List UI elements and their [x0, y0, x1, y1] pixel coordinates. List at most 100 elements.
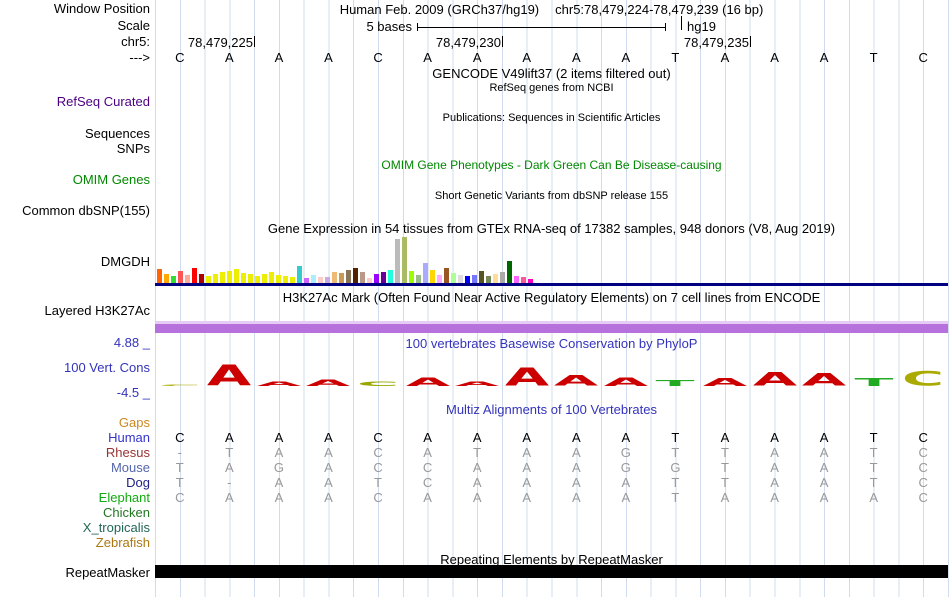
sidebar-label-100-vert-cons[interactable]: 100 Vert. Cons	[64, 361, 150, 374]
conservation-letter: A	[703, 376, 748, 388]
gtex-bar-pituitary[interactable]	[451, 273, 456, 283]
gtex-bar-heart-left-ventricle[interactable]	[381, 272, 386, 283]
gtex-bar-small-intestine-terminal-ileum[interactable]	[479, 271, 484, 283]
h3k27ac-track-title: H3K27Ac Mark (Often Found Near Active Re…	[282, 290, 821, 305]
alignment-base: A	[522, 445, 532, 460]
conservation-letter: A	[604, 375, 648, 389]
alignment-base: A	[571, 475, 581, 490]
gtex-bar-kidney-cortex[interactable]	[388, 270, 393, 283]
h3k27ac-signal-band[interactable]	[155, 324, 948, 333]
gtex-bar-brain-anterior-cingulate-cortex[interactable]	[213, 274, 218, 283]
gtex-bar-minor-salivary-gland[interactable]	[416, 275, 421, 283]
gtex-bar-brain-caudate[interactable]	[220, 272, 225, 283]
gtex-bar-lung[interactable]	[409, 271, 414, 283]
sidebar-label-human[interactable]: Human	[108, 431, 150, 444]
alignment-base: T	[869, 475, 878, 490]
sidebar-label-dog[interactable]: Dog	[126, 476, 150, 489]
gtex-bar-skin-sun-exposed[interactable]	[472, 275, 477, 283]
gtex-bar-brain-cerebellum[interactable]	[234, 269, 239, 283]
sidebar-label-dmgdh[interactable]: DMGDH	[101, 255, 150, 268]
gtex-bar-breast-mammary-tissue[interactable]	[297, 266, 302, 283]
sidebar-label-mouse[interactable]: Mouse	[111, 461, 150, 474]
sidebar-label-gaps: Gaps	[118, 415, 150, 430]
repeatmasker-bar[interactable]	[155, 565, 948, 578]
gtex-bar-brain-cerebellar-hemisphere[interactable]	[227, 271, 232, 283]
gtex-bar-artery-tibial[interactable]	[192, 268, 197, 283]
sequence-base: T	[869, 50, 878, 65]
conservation-letter: C	[902, 368, 944, 391]
sidebar-label-zebrafish[interactable]: Zebrafish	[96, 536, 150, 549]
gtex-bar-adipose-subcutaneous[interactable]	[157, 269, 162, 283]
sidebar-label-layered-h3k27ac[interactable]: Layered H3K27Ac	[44, 304, 150, 317]
gtex-bar-stomach[interactable]	[493, 274, 498, 283]
alignment-base: G	[620, 460, 631, 475]
gtex-bar-brain-cortex[interactable]	[241, 273, 246, 283]
alignment-base: A	[225, 460, 234, 475]
svg-text:A: A	[554, 372, 599, 389]
gtex-baseline	[155, 283, 948, 286]
alignment-base: A	[770, 460, 779, 475]
gtex-bar-heart-atrial-appendage[interactable]	[374, 274, 379, 283]
position-title: chr5:78,479,224-78,479,239 (16 bp)	[555, 2, 764, 17]
gtex-bar-skin-not-sun-exposed[interactable]	[465, 276, 470, 283]
gtex-bar-brain-amygdala[interactable]	[206, 276, 211, 283]
gtex-bar-brain-spinal-cord[interactable]	[283, 276, 288, 283]
sidebar-label-refseq-curated[interactable]: RefSeq Curated	[57, 95, 150, 108]
alignment-base: A	[324, 490, 333, 505]
conservation-letter: A	[554, 372, 599, 389]
gtex-bar-brain-hypothalamus[interactable]	[262, 274, 267, 283]
gtex-bar-esophagus-gastroesophageal-junction[interactable]	[346, 270, 351, 283]
gtex-bar-artery-aorta[interactable]	[178, 271, 183, 283]
svg-text:A: A	[752, 369, 796, 390]
gtex-bar-artery-coronary[interactable]	[185, 275, 190, 283]
sidebar-label-omim-genes[interactable]: OMIM Genes	[73, 173, 150, 186]
gtex-bar-uterus[interactable]	[514, 276, 519, 283]
gtex-bar-muscle-skeletal[interactable]	[423, 263, 428, 283]
svg-text:A: A	[207, 359, 251, 393]
sidebar-label-sequences[interactable]: Sequences	[85, 127, 150, 140]
gtex-bar-brain-frontal-cortex[interactable]	[248, 274, 253, 283]
gtex-bar-prostate[interactable]	[458, 275, 463, 283]
conservation-letter-cell: T	[653, 379, 697, 388]
gtex-bar-liver[interactable]	[402, 237, 407, 283]
gtex-bar-esophagus-mucosa[interactable]	[353, 268, 358, 283]
sidebar-label-window-position: Window Position	[53, 1, 150, 16]
gtex-bar-cells-cultured-fibroblasts[interactable]	[311, 275, 316, 283]
gtex-bar-adipose-visceral[interactable]	[164, 274, 169, 283]
gtex-bar-thyroid[interactable]	[507, 261, 512, 283]
alignment-base: A	[472, 430, 482, 445]
gtex-bar-spleen[interactable]	[486, 276, 491, 283]
gtex-bar-colon-sigmoid[interactable]	[332, 272, 337, 283]
sidebar-label-snps[interactable]: SNPs	[117, 142, 150, 155]
sidebar-label-x-tropicalis[interactable]: X_tropicalis	[83, 521, 150, 534]
alignment-base: -	[177, 445, 182, 460]
gtex-bar-adrenal-gland[interactable]	[171, 276, 176, 283]
alignment-base: A	[819, 490, 829, 505]
sidebar-label-elephant[interactable]: Elephant	[99, 491, 150, 504]
conservation-letter-cell: A	[455, 380, 500, 388]
gtex-bar-kidney-medulla[interactable]	[395, 239, 400, 283]
alignment-row-mouse: TAGACCAAAGGTAATC	[155, 461, 948, 476]
gtex-bar-colon-transverse[interactable]	[339, 273, 344, 283]
gtex-bar-esophagus-muscularis[interactable]	[360, 272, 365, 283]
sidebar-label-repeatmasker[interactable]: RepeatMasker	[65, 566, 150, 579]
gtex-bar-brain-putamen[interactable]	[276, 275, 281, 283]
gtex-expression-chart[interactable]	[157, 237, 533, 283]
sidebar-label-chicken[interactable]: Chicken	[103, 506, 150, 519]
alignment-base: T	[671, 430, 680, 445]
genome-version-label: hg19	[687, 19, 716, 34]
gtex-bar-brain-hippocampus[interactable]	[255, 276, 260, 283]
sidebar-label-rhesus[interactable]: Rhesus	[106, 446, 150, 459]
gtex-bar-brain-nucleus-accumbens[interactable]	[269, 272, 274, 283]
gtex-bar-ovary[interactable]	[437, 275, 442, 283]
conservation-logo-row[interactable]: CAAACAAAAATAAATC	[155, 356, 948, 393]
alignment-row-dog: T-AATCAAAATTAATC	[155, 476, 948, 491]
gtex-bar-testis[interactable]	[500, 272, 505, 283]
alignment-base: A	[621, 430, 631, 445]
alignment-base: A	[770, 445, 779, 460]
sequence-base: A	[472, 50, 482, 65]
gtex-bar-pancreas[interactable]	[444, 268, 449, 283]
gtex-bar-nerve-tibial[interactable]	[430, 270, 435, 283]
gtex-bar-bladder[interactable]	[199, 274, 204, 283]
sidebar-label-common-dbsnp-155[interactable]: Common dbSNP(155)	[22, 204, 150, 217]
